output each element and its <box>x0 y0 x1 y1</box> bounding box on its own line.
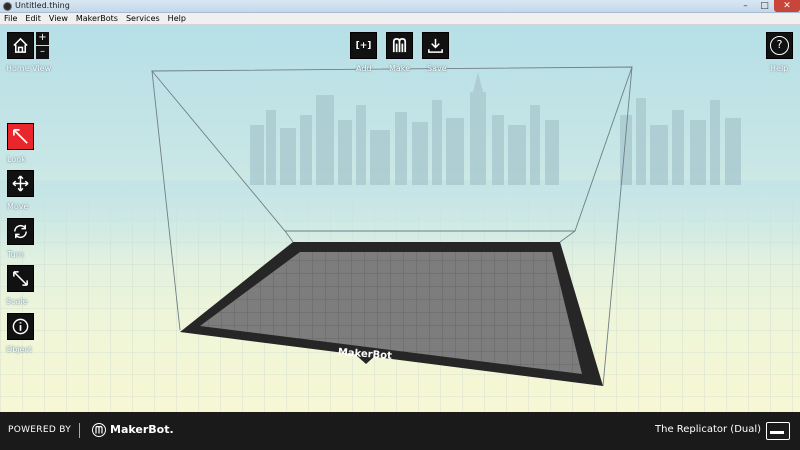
make-label: Make <box>389 64 411 73</box>
zoom-in-button[interactable]: + <box>36 32 49 45</box>
add-icon: [+] <box>355 40 372 51</box>
scale-tool-button[interactable] <box>7 265 34 292</box>
look-tool-button[interactable] <box>7 123 34 150</box>
powered-by-text: POWERED BY <box>8 425 72 435</box>
scale-icon <box>13 271 28 286</box>
turn-tool-button[interactable] <box>7 218 34 245</box>
turn-label: Turn <box>7 250 24 259</box>
make-button[interactable] <box>386 32 413 59</box>
makerbot-brand-text: MakerBot. <box>110 423 174 436</box>
menu-services[interactable]: Services <box>122 13 164 24</box>
save-button[interactable] <box>422 32 449 59</box>
window-title: Untitled.thing <box>15 1 70 10</box>
add-label: Add <box>356 64 372 73</box>
printer-name[interactable]: The Replicator (Dual) <box>655 424 761 435</box>
download-icon <box>428 38 443 53</box>
footer-divider <box>79 423 80 438</box>
home-view-label: Home View <box>6 64 52 73</box>
move-label: Move <box>7 202 29 211</box>
move-icon <box>12 175 29 192</box>
maximize-button[interactable]: □ <box>755 0 774 12</box>
info-icon <box>12 318 29 335</box>
menu-file[interactable]: File <box>0 13 21 24</box>
app-icon <box>3 2 12 11</box>
3d-viewport[interactable]: MakerBot + – Home View [+] Add Make Save… <box>0 25 800 412</box>
add-button[interactable]: [+] <box>350 32 377 59</box>
menu-bar: File Edit View MakerBots Services Help <box>0 13 800 25</box>
home-view-button[interactable] <box>7 32 34 59</box>
scale-label: Scale <box>6 297 28 306</box>
menu-view[interactable]: View <box>45 13 72 24</box>
zoom-out-button[interactable]: – <box>36 46 49 59</box>
help-button[interactable]: ? <box>766 32 793 59</box>
move-tool-button[interactable] <box>7 170 34 197</box>
menu-makerbots[interactable]: MakerBots <box>72 13 122 24</box>
footer-bar: POWERED BY MakerBot. The Replicator (Dua… <box>0 412 800 450</box>
close-button[interactable]: ✕ <box>774 0 800 12</box>
help-icon: ? <box>770 36 789 55</box>
object-tool-button[interactable] <box>7 313 34 340</box>
window-title-bar: Untitled.thing – □ ✕ <box>0 0 800 13</box>
look-label: Look <box>7 155 26 164</box>
help-label: Help <box>770 64 789 73</box>
menu-help[interactable]: Help <box>164 13 190 24</box>
skyline <box>250 72 741 185</box>
makerbot-m-icon <box>392 37 407 53</box>
object-label: Object <box>6 345 33 354</box>
home-icon <box>13 37 28 53</box>
turn-icon <box>14 224 27 239</box>
printer-icon[interactable] <box>766 422 790 440</box>
menu-edit[interactable]: Edit <box>21 13 45 24</box>
save-label: Save <box>427 64 447 73</box>
look-icon <box>12 128 28 144</box>
minimize-button[interactable]: – <box>736 0 755 12</box>
build-scene: MakerBot <box>0 66 800 412</box>
makerbot-logo-icon <box>92 423 106 437</box>
